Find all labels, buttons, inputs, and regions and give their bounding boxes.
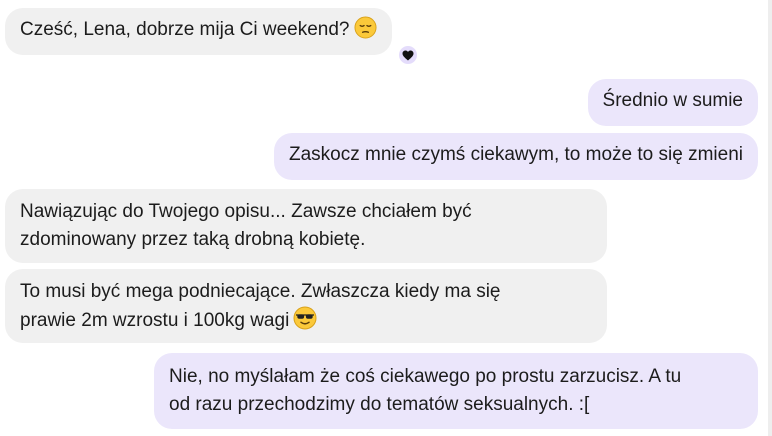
message-text-line: od razu przechodzimy do tematów seksualn… <box>169 394 590 415</box>
message-text: Średnio w sumie <box>602 90 743 111</box>
message-bubble-incoming[interactable]: Cześć, Lena, dobrze mija Ci weekend? <box>5 8 392 55</box>
pensive-face-emoji-icon <box>353 16 377 48</box>
heart-reaction-icon[interactable] <box>397 44 419 66</box>
message-bubble-outgoing[interactable]: Zaskocz mnie czymś ciekawym, to może to … <box>273 133 758 180</box>
message-text: Zaskocz mnie czymś ciekawym, to może to … <box>288 144 743 165</box>
message-text-line: Nawiązując do Twojego opisu... Zawsze ch… <box>20 201 472 222</box>
message-bubble-outgoing[interactable]: Nie, no myślałam że coś ciekawego po pro… <box>154 353 758 429</box>
message-bubble-outgoing[interactable]: Średnio w sumie <box>587 79 758 126</box>
message-bubble-incoming[interactable]: Nawiązując do Twojego opisu... Zawsze ch… <box>5 189 607 263</box>
message-text-line: To musi być mega podniecające. Zwłaszcza… <box>20 281 501 302</box>
sunglasses-face-emoji-icon <box>293 306 317 339</box>
message-bubble-incoming[interactable]: To musi być mega podniecające. Zwłaszcza… <box>5 269 607 343</box>
message-text-line: Nie, no myślałam że coś ciekawego po pro… <box>169 366 682 387</box>
message-text-line: zdominowany przez taką drobną kobietę. <box>20 229 366 250</box>
scrollbar-track[interactable] <box>768 0 772 436</box>
message-text: Cześć, Lena, dobrze mija Ci weekend? <box>20 19 350 40</box>
message-text-line: prawie 2m wzrostu i 100kg wagi <box>20 310 290 331</box>
